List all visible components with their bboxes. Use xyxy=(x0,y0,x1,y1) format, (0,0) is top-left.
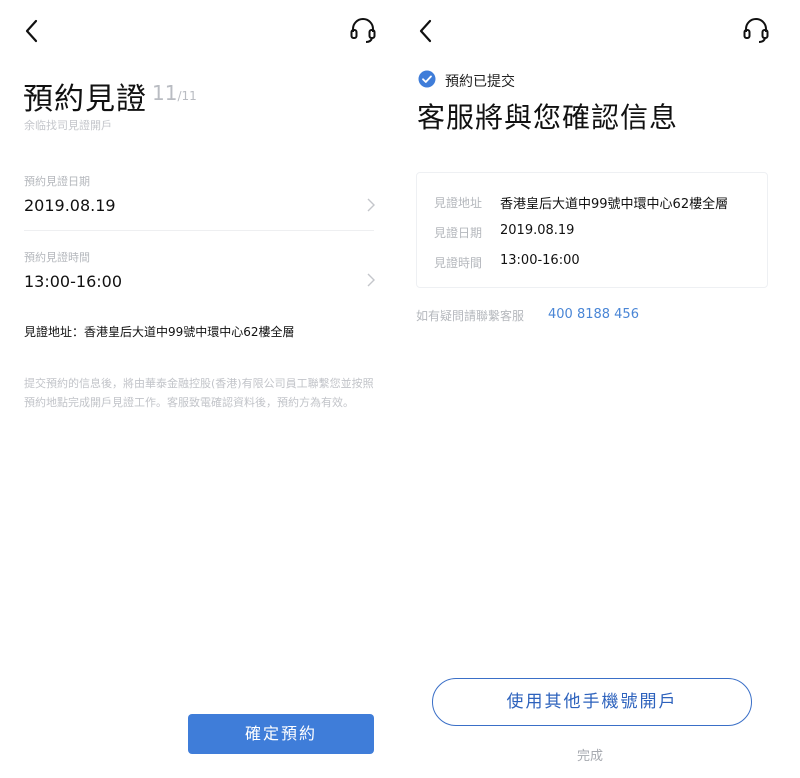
time-label: 見證時間 xyxy=(434,256,483,270)
other-phone-open-account-button[interactable]: 使用其他手機號開戶 xyxy=(432,678,752,726)
page-title: 客服將與您確認信息 xyxy=(417,101,679,134)
submitted-screen: 預約已提交 客服將與您確認信息 見證地址 香港皇后大道中99號中環中心62樓全層… xyxy=(396,0,800,778)
chevron-right-icon[interactable] xyxy=(366,197,376,213)
page-subtitle: 余临找司見證開戶 xyxy=(24,119,112,132)
back-arrow-icon[interactable] xyxy=(22,18,42,44)
step-indicator: 11/11 xyxy=(152,81,197,105)
contact-phone-link[interactable]: 400 8188 456 xyxy=(548,307,639,322)
divider xyxy=(24,230,374,231)
time-label: 預約見證時間 xyxy=(24,251,90,264)
address-value: 香港皇后大道中99號中環中心62樓全層 xyxy=(500,197,729,212)
headset-icon[interactable] xyxy=(348,15,378,45)
confirm-appointment-button[interactable]: 確定預約 xyxy=(188,714,374,754)
step-total: /11 xyxy=(177,89,197,103)
notice-text: 提交預約的信息後，將由華泰金融控股(香港)有限公司員工聯繫您並按照預約地點完成開… xyxy=(24,377,374,409)
address-label: 見證地址 xyxy=(434,196,483,210)
headset-icon[interactable] xyxy=(741,15,771,45)
time-value[interactable]: 13:00-16:00 xyxy=(24,272,122,291)
page-title: 預約見證 xyxy=(23,82,147,117)
time-value: 13:00-16:00 xyxy=(500,253,580,268)
date-label: 見證日期 xyxy=(434,226,483,240)
date-label: 預約見證日期 xyxy=(24,175,90,188)
address-text: 見證地址：香港皇后大道中99號中環中心62樓全層 xyxy=(24,325,295,339)
contact-text: 如有疑問請聯繫客服 xyxy=(416,309,525,323)
step-current: 11 xyxy=(152,81,178,105)
status-text: 預約已提交 xyxy=(445,74,515,90)
chevron-right-icon[interactable] xyxy=(366,272,376,288)
done-link[interactable]: 完成 xyxy=(577,745,603,764)
appointment-screen: 預約見證 11/11 余临找司見證開戶 預約見證日期 2019.08.19 預約… xyxy=(0,0,396,778)
date-value[interactable]: 2019.08.19 xyxy=(24,196,116,215)
appointment-info-card: 見證地址 香港皇后大道中99號中環中心62樓全層 見證日期 2019.08.19… xyxy=(416,172,768,288)
back-arrow-icon[interactable] xyxy=(416,18,436,44)
check-circle-icon xyxy=(418,70,436,88)
date-value: 2019.08.19 xyxy=(500,223,575,238)
